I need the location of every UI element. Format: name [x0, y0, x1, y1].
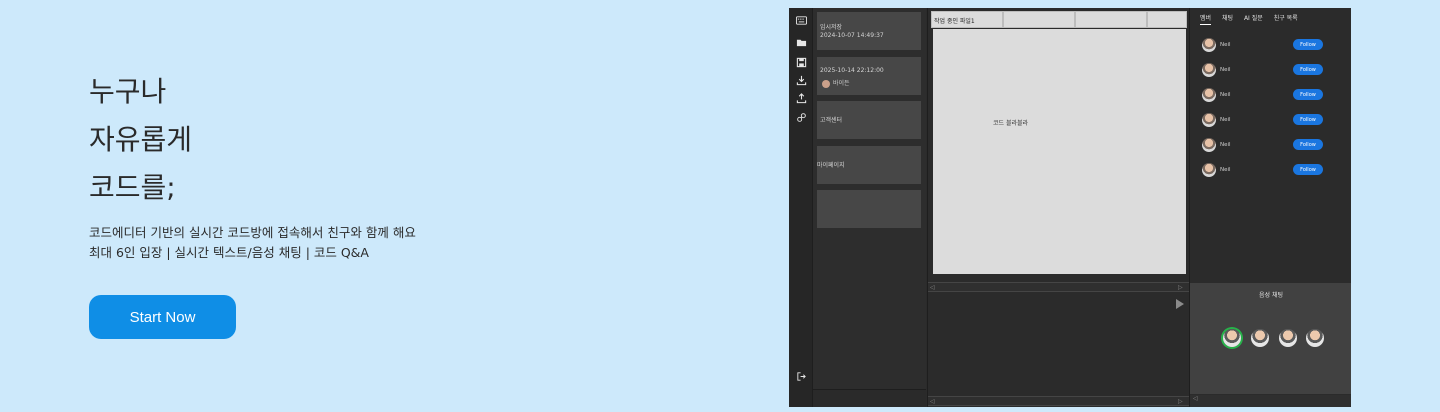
- avatar: [1202, 88, 1216, 102]
- room-card-date: 2025-10-14 22:12:00: [820, 67, 884, 74]
- room-list-footer: [813, 389, 926, 407]
- console-scrollbar[interactable]: ◁ ▷: [928, 396, 1189, 406]
- code-content: 코드 블라블라: [993, 120, 1029, 127]
- follow-button[interactable]: Follow: [1293, 164, 1323, 175]
- tab-friends[interactable]: 친구 목록: [1274, 13, 1298, 24]
- tab-file-1[interactable]: 작업 중인 파일1: [931, 11, 1003, 28]
- hero-title-line-1: 누구나: [89, 75, 167, 108]
- member-row: Neil Follow: [1202, 113, 1342, 127]
- start-now-button[interactable]: Start Now: [89, 295, 236, 339]
- member-row: Neil Follow: [1202, 163, 1342, 177]
- voice-chat-panel: 음성 채팅: [1190, 283, 1351, 394]
- member-row: Neil Follow: [1202, 63, 1342, 77]
- run-play-icon[interactable]: [1176, 299, 1184, 309]
- room-card-support[interactable]: 고객센터: [817, 101, 921, 139]
- room-card-date: 2024-10-07 14:49:37: [820, 32, 884, 39]
- voice-avatar-speaking[interactable]: [1223, 329, 1241, 347]
- tab-ai-question[interactable]: AI 질문: [1244, 13, 1263, 24]
- file-tabs: 작업 중인 파일1: [931, 11, 1187, 28]
- member-name: Neil: [1220, 142, 1231, 148]
- avatar: [1202, 38, 1216, 52]
- avatar: [1202, 138, 1216, 152]
- side-scrollbar[interactable]: ◁: [1190, 395, 1351, 407]
- room-list: 임시저장 2024-10-07 14:49:37 2025-10-14 22:1…: [813, 8, 926, 407]
- hero-title-line-2: 자유롭게: [89, 123, 193, 156]
- keyboard-icon[interactable]: [795, 14, 807, 26]
- scroll-right-icon[interactable]: ▷: [1178, 398, 1183, 405]
- tab-file-3[interactable]: [1075, 11, 1147, 28]
- room-card-temp-save[interactable]: 임시저장 2024-10-07 14:49:37: [817, 12, 921, 50]
- member-row: Neil Follow: [1202, 88, 1342, 102]
- room-card-title: 마이페이지: [817, 162, 845, 169]
- logout-icon[interactable]: [795, 370, 807, 382]
- code-editor[interactable]: 코드 블라블라: [933, 29, 1186, 274]
- upload-icon[interactable]: [795, 92, 807, 104]
- folder-icon[interactable]: [795, 36, 807, 48]
- room-card-session[interactable]: 2025-10-14 22:12:00 바이든: [817, 57, 921, 95]
- avatar: [1202, 163, 1216, 177]
- console-output: [928, 294, 1189, 396]
- follow-button[interactable]: Follow: [1293, 64, 1323, 75]
- save-icon[interactable]: [795, 56, 807, 68]
- room-card-mypage[interactable]: 마이페이지: [817, 146, 921, 184]
- member-name: Neil: [1220, 92, 1231, 98]
- member-name: Neil: [1220, 117, 1231, 123]
- follow-button[interactable]: Follow: [1293, 39, 1323, 50]
- tab-file-4[interactable]: [1147, 11, 1187, 28]
- room-card-title: 임시저장: [820, 24, 843, 31]
- scroll-left-icon[interactable]: ◁: [930, 398, 935, 405]
- tab-file-2[interactable]: [1003, 11, 1075, 28]
- follow-button[interactable]: Follow: [1293, 114, 1323, 125]
- room-card-user: 바이든: [833, 80, 850, 87]
- scroll-right-icon[interactable]: ▷: [1178, 284, 1183, 291]
- scroll-left-icon[interactable]: ◁: [1193, 395, 1198, 402]
- voice-chat-title: 음성 채팅: [1259, 292, 1283, 299]
- voice-avatar[interactable]: [1279, 329, 1297, 347]
- member-row: Neil Follow: [1202, 38, 1342, 52]
- member-row: Neil Follow: [1202, 138, 1342, 152]
- follow-button[interactable]: Follow: [1293, 139, 1323, 150]
- side-panel: 멤버 채팅 AI 질문 친구 목록 Neil Follow Neil Follo…: [1189, 8, 1351, 407]
- member-name: Neil: [1220, 167, 1231, 173]
- hero-description-2: 최대 6인 입장 | 실시간 텍스트/음성 채팅 | 코드 Q&A: [89, 245, 369, 260]
- avatar: [822, 80, 830, 88]
- hero-title-line-3: 코드를;: [89, 171, 176, 204]
- app-preview: 임시저장 2024-10-07 14:49:37 2025-10-14 22:1…: [789, 8, 1351, 407]
- avatar: [1202, 63, 1216, 77]
- editor-panel: 작업 중인 파일1 코드 블라블라 ◁ ▷ ◁ ▷: [927, 8, 1189, 407]
- link-icon[interactable]: [795, 111, 807, 123]
- avatar: [1202, 113, 1216, 127]
- tab-members[interactable]: 멤버: [1200, 13, 1212, 25]
- scroll-left-icon[interactable]: ◁: [930, 284, 935, 291]
- side-tabs: 멤버 채팅 AI 질문 친구 목록: [1200, 13, 1307, 25]
- member-name: Neil: [1220, 67, 1231, 73]
- editor-scrollbar[interactable]: ◁ ▷: [928, 282, 1189, 292]
- voice-avatar[interactable]: [1251, 329, 1269, 347]
- room-card-title: 고객센터: [820, 117, 843, 124]
- follow-button[interactable]: Follow: [1293, 89, 1323, 100]
- room-card-empty[interactable]: [817, 190, 921, 228]
- tab-chat[interactable]: 채팅: [1222, 13, 1233, 24]
- hero-description-1: 코드에디터 기반의 실시간 코드방에 접속해서 친구와 함께 해요: [89, 225, 416, 240]
- icon-rail: [789, 8, 813, 407]
- member-name: Neil: [1220, 42, 1231, 48]
- download-icon[interactable]: [795, 74, 807, 86]
- voice-avatar[interactable]: [1306, 329, 1324, 347]
